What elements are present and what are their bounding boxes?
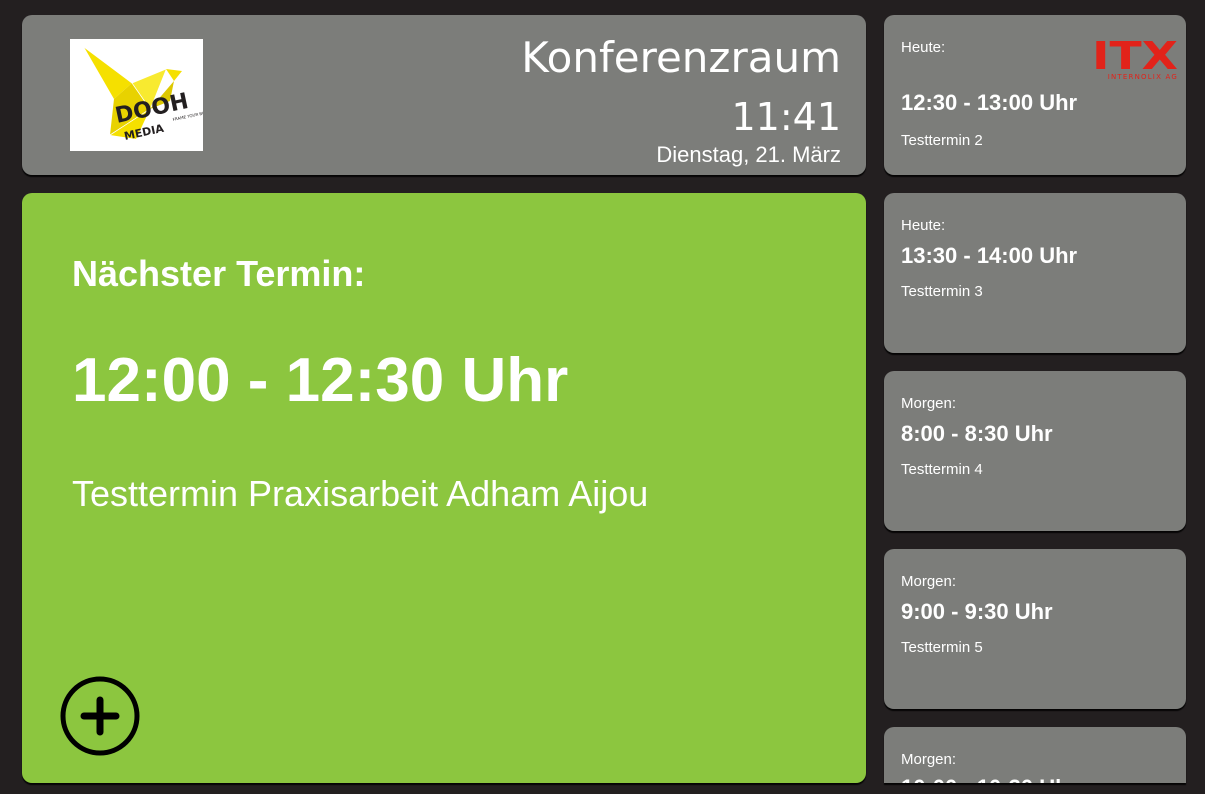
itx-logo-subtext: INTERNOLIX AG: [1107, 73, 1178, 81]
event-time: 12:30 - 13:00 Uhr: [901, 90, 1078, 115]
current-date: Dienstag, 21. März: [656, 142, 841, 167]
upcoming-event-card[interactable]: Morgen: 10:00 - 10:30 Uhr: [884, 727, 1186, 783]
room-display: DOOH MEDIA FRAME YOUR BUSINESS Konferenz…: [0, 0, 1205, 794]
event-title: Testtermin 2: [901, 132, 983, 149]
event-time: 10:00 - 10:30 Uhr: [901, 775, 1077, 783]
event-day: Heute:: [901, 39, 946, 56]
event-day: Morgen:: [901, 395, 957, 412]
next-meeting-time: 12:00 - 12:30 Uhr: [72, 346, 569, 415]
upcoming-event-card[interactable]: Morgen: 9:00 - 9:30 Uhr Testtermin 5: [884, 549, 1186, 709]
upcoming-event-card[interactable]: Morgen: 8:00 - 8:30 Uhr Testtermin 4: [884, 371, 1186, 531]
event-time: 9:00 - 9:30 Uhr: [901, 599, 1053, 624]
upcoming-event-card[interactable]: Heute: 12:30 - 13:00 Uhr Testtermin 2 IT…: [884, 15, 1186, 175]
event-time: 13:30 - 14:00 Uhr: [901, 243, 1078, 268]
itx-logo-icon: ITX: [1092, 34, 1178, 78]
current-time: 11:41: [731, 95, 841, 139]
event-day: Morgen:: [901, 751, 957, 768]
event-title: Testtermin 3: [901, 283, 983, 300]
next-meeting-label: Nächster Termin:: [72, 253, 366, 294]
origami-bird-logo-icon: DOOH MEDIA FRAME YOUR BUSINESS: [83, 46, 203, 143]
dooh-media-logo: DOOH MEDIA FRAME YOUR BUSINESS: [70, 39, 203, 151]
room-name: Konferenzraum: [521, 33, 841, 82]
next-meeting-panel: Nächster Termin: 12:00 - 12:30 Uhr Testt…: [22, 193, 866, 783]
header-panel: DOOH MEDIA FRAME YOUR BUSINESS Konferenz…: [22, 15, 866, 175]
event-day: Heute:: [901, 217, 946, 234]
event-day: Morgen:: [901, 573, 957, 590]
plus-circle-icon: [60, 676, 140, 756]
upcoming-event-card[interactable]: Heute: 13:30 - 14:00 Uhr Testtermin 3: [884, 193, 1186, 353]
add-booking-button[interactable]: [60, 676, 140, 756]
event-title: Testtermin 4: [901, 461, 983, 478]
itx-logo-text: ITX: [1092, 37, 1178, 71]
next-meeting-title: Testtermin Praxisarbeit Adham Aijou: [72, 473, 649, 514]
event-title: Testtermin 5: [901, 639, 983, 656]
itx-logo: ITX: [1092, 34, 1178, 78]
event-time: 8:00 - 8:30 Uhr: [901, 421, 1053, 446]
